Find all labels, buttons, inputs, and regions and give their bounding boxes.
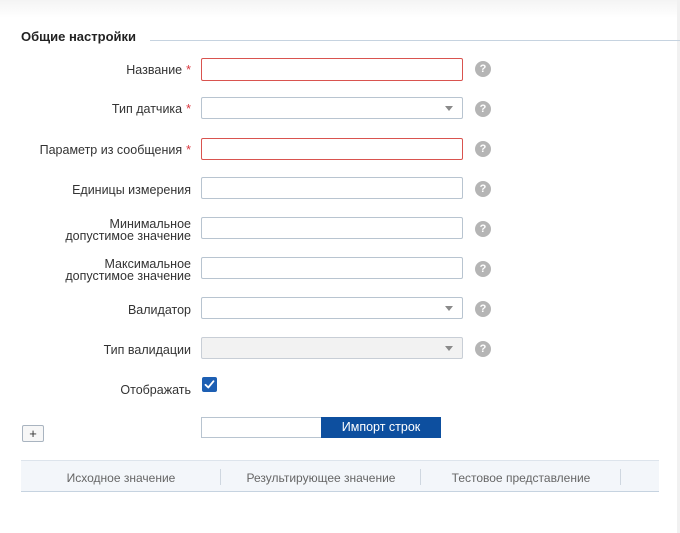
required-mark: *	[186, 63, 191, 77]
sensor-type-select[interactable]	[201, 97, 463, 119]
min-value-label-line2: допустимое значение	[65, 229, 191, 243]
display-label: Отображать	[120, 383, 191, 397]
required-mark: *	[186, 102, 191, 116]
help-icon[interactable]: ?	[475, 181, 491, 197]
top-bar	[0, 0, 680, 18]
display-checkbox[interactable]	[202, 377, 217, 392]
min-value-label: Минимальное допустимое значение	[65, 218, 191, 243]
name-input[interactable]	[201, 58, 463, 81]
column-header-test[interactable]: Тестовое представление	[421, 461, 621, 492]
chevron-down-icon	[445, 106, 453, 111]
help-icon[interactable]: ?	[475, 141, 491, 157]
help-icon[interactable]: ?	[475, 261, 491, 277]
sensor-type-label: Тип датчика *	[111, 102, 191, 116]
column-separator	[620, 469, 621, 485]
checkmark-icon	[204, 380, 215, 389]
column-header-result[interactable]: Результирующее значение	[221, 461, 421, 492]
help-icon[interactable]: ?	[475, 61, 491, 77]
max-value-input[interactable]	[201, 257, 463, 279]
message-param-label-text: Параметр из сообщения	[39, 143, 183, 157]
table-header: Исходное значение Результирующее значени…	[21, 460, 659, 492]
message-param-label: Параметр из сообщения *	[39, 143, 191, 157]
help-icon[interactable]: ?	[475, 101, 491, 117]
help-icon[interactable]: ?	[475, 341, 491, 357]
name-label-text: Название	[126, 63, 183, 77]
units-label: Единицы измерения	[72, 183, 191, 197]
required-mark: *	[186, 143, 191, 157]
sensor-type-label-text: Тип датчика	[111, 102, 183, 116]
section-title: Общие настройки	[21, 29, 136, 44]
help-icon[interactable]: ?	[475, 301, 491, 317]
import-file-input[interactable]	[201, 417, 321, 438]
name-label: Название *	[126, 63, 191, 77]
import-rows-button[interactable]: Импорт строк	[321, 417, 441, 438]
add-row-button[interactable]: +	[22, 425, 44, 442]
min-value-input[interactable]	[201, 217, 463, 239]
help-icon[interactable]: ?	[475, 221, 491, 237]
units-input[interactable]	[201, 177, 463, 199]
max-value-label: Максимальное допустимое значение	[65, 258, 191, 283]
column-header-source[interactable]: Исходное значение	[21, 461, 221, 492]
message-param-input[interactable]	[201, 138, 463, 160]
section-divider	[150, 40, 680, 41]
validation-type-select	[201, 337, 463, 359]
validator-label: Валидатор	[127, 303, 191, 317]
chevron-down-icon	[445, 346, 453, 351]
validator-select[interactable]	[201, 297, 463, 319]
chevron-down-icon	[445, 306, 453, 311]
max-value-label-line2: допустимое значение	[65, 269, 191, 283]
validation-type-label: Тип валидации	[103, 343, 191, 357]
